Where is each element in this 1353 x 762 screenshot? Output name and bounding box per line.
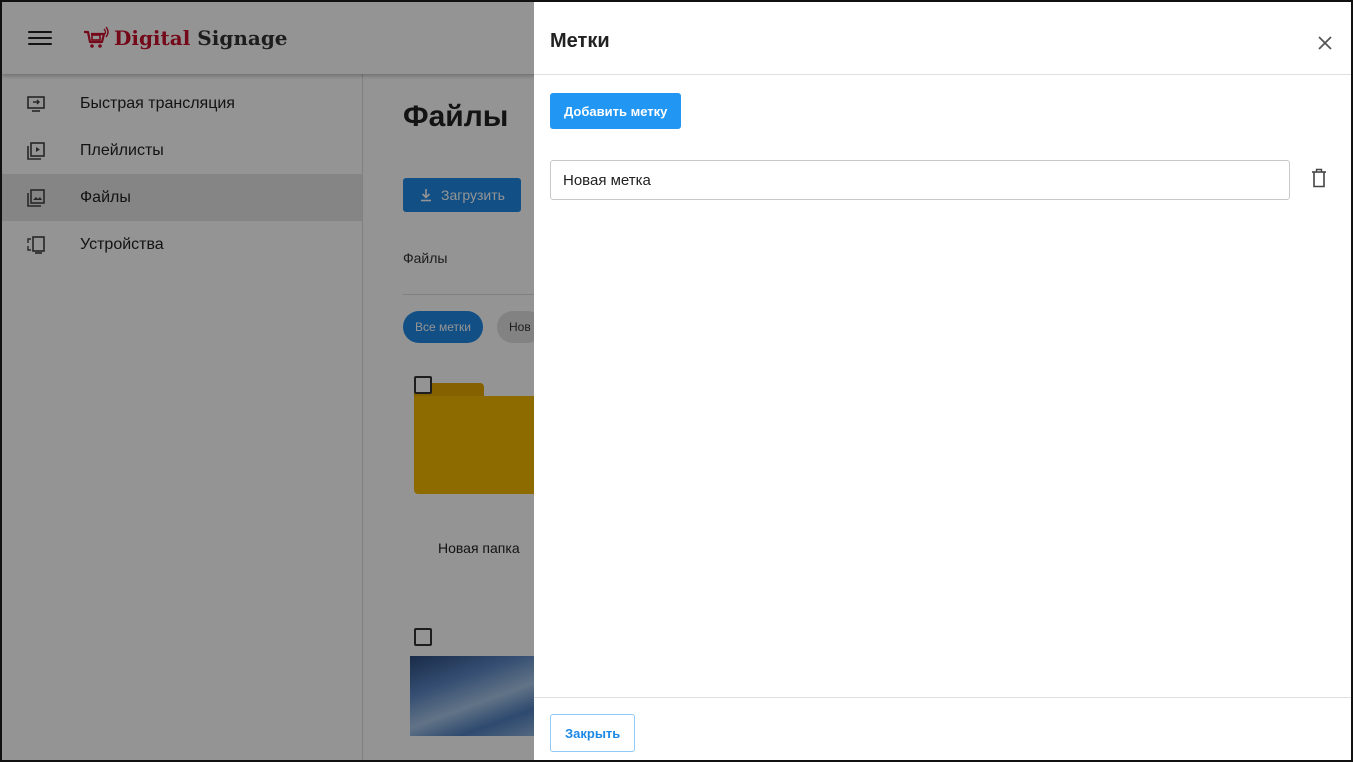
drawer-header: Метки	[534, 2, 1351, 75]
app-window: Digital Signage Быстрая трансляция Плейл…	[0, 0, 1353, 762]
tag-name-input[interactable]	[550, 160, 1290, 200]
close-icon[interactable]	[1317, 35, 1333, 51]
trash-icon[interactable]	[1311, 168, 1327, 188]
drawer-title: Метки	[550, 30, 610, 52]
add-tag-button[interactable]: Добавить метку	[550, 93, 682, 129]
tags-drawer: Метки Добавить метку Закрыть	[534, 2, 1351, 760]
close-button[interactable]: Закрыть	[550, 714, 636, 752]
drawer-body: Добавить метку	[534, 75, 1351, 697]
drawer-footer: Закрыть	[534, 697, 1351, 760]
